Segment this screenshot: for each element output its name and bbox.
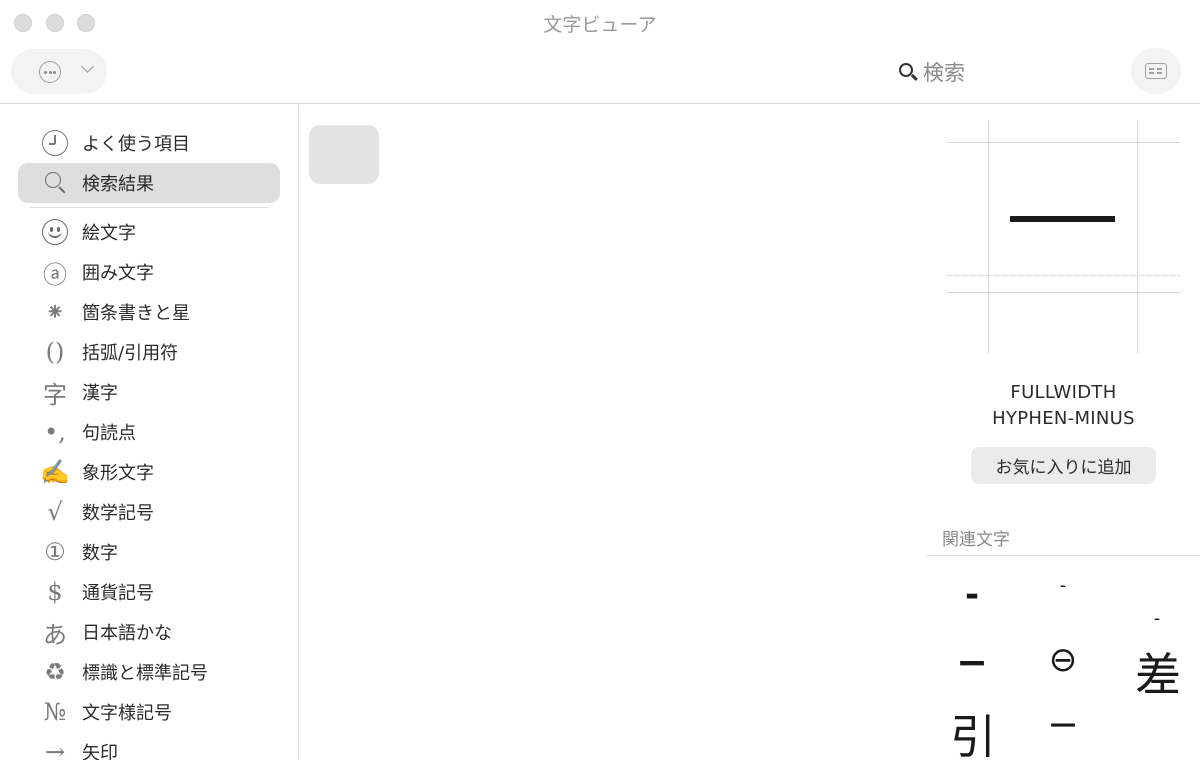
related-character[interactable]: 引 (947, 701, 999, 760)
sidebar-item-label: 漢字 (82, 383, 118, 404)
action-menu-button[interactable] (11, 49, 107, 94)
related-character[interactable]: − (953, 640, 991, 684)
sidebar-item-label: 文字様記号 (82, 703, 172, 724)
sidebar-item-math[interactable]: √ 数学記号 (18, 492, 280, 532)
related-character[interactable]: - (1053, 575, 1073, 596)
dollar-icon: $ (47, 578, 63, 606)
glyph-guide-line (947, 292, 1180, 293)
kanji-icon: 字 (43, 380, 67, 409)
search-placeholder: 検索 (923, 61, 965, 85)
sidebar-item-label: 数学記号 (82, 503, 154, 524)
search-icon (40, 168, 70, 198)
related-character[interactable]: 差 (1132, 639, 1184, 705)
character-name: FULLWIDTH HYPHEN-MINUS (927, 380, 1200, 432)
chevron-down-icon (81, 60, 94, 73)
sidebar-item-enclosed[interactable]: ⓐ 囲み文字 (18, 252, 280, 292)
hiragana-a-icon: あ (43, 620, 67, 649)
parentheses-icon: () (45, 338, 65, 366)
sidebar-item-label: 標識と標準記号 (82, 663, 208, 684)
square-root-icon: √ (47, 498, 63, 526)
sidebar-item-favorites[interactable]: よく使う項目 (18, 123, 280, 163)
circled-one-icon: ① (44, 538, 66, 566)
related-divider (927, 555, 1200, 556)
sidebar-item-emoji[interactable]: 絵文字 (18, 212, 280, 252)
sidebar-item-label: 日本語かな (82, 623, 172, 644)
related-character[interactable]: - (957, 575, 987, 615)
more-options-icon (39, 61, 61, 83)
clock-icon (40, 128, 70, 158)
smiley-icon (40, 217, 70, 247)
numero-icon: № (43, 698, 67, 726)
window-title: 文字ビューア (543, 14, 657, 36)
sidebar-item-digits[interactable]: ① 数字 (18, 532, 280, 572)
asterisk-icon: ⁕ (44, 298, 66, 326)
character-grid (300, 105, 926, 760)
arrow-icon: → (44, 738, 66, 760)
punctuation-icon: •, (44, 418, 66, 446)
sidebar-item-label: よく使う項目 (82, 134, 190, 155)
sidebar-item-label: 通貨記号 (82, 583, 154, 604)
sidebar-item-label: 箇条書きと星 (82, 303, 190, 324)
sidebar-item-search-results[interactable]: 検索結果 (18, 163, 280, 203)
pictograph-icon: ✍ (40, 458, 70, 486)
character-viewer-window: 文字ビューア 検索 よく使う項目 検索結果 絵文字 ⓐ 囲み文字 ⁕ 箇条書きと… (0, 0, 1200, 760)
related-character[interactable]: − (1043, 702, 1083, 746)
sidebar-item-kanji[interactable]: 字 漢字 (18, 372, 280, 412)
character-inspector: FULLWIDTH HYPHEN-MINUS お気に入りに追加 関連文字 - -… (927, 105, 1200, 760)
related-character[interactable]: ⊖ (1043, 640, 1083, 680)
character-name-line: HYPHEN-MINUS (992, 408, 1135, 429)
sidebar-item-pictographs[interactable]: ✍ 象形文字 (18, 452, 280, 492)
category-sidebar: よく使う項目 検索結果 絵文字 ⓐ 囲み文字 ⁕ 箇条書きと星 () 括弧/引用… (0, 105, 299, 760)
sidebar-item-label: 囲み文字 (82, 263, 154, 284)
sidebar-item-punctuation[interactable]: •, 句読点 (18, 412, 280, 452)
sidebar-divider (30, 207, 268, 208)
glyph-guide-line (947, 142, 1180, 143)
selected-character-cell[interactable] (309, 125, 379, 184)
glyph-preview (947, 120, 1180, 353)
sidebar-item-arrows[interactable]: → 矢印 (18, 732, 280, 760)
search-icon (898, 61, 918, 83)
sidebar-item-label: 矢印 (82, 743, 118, 760)
sidebar-item-label: 象形文字 (82, 463, 154, 484)
sidebar-item-kana[interactable]: あ 日本語かな (18, 612, 280, 652)
sidebar-item-label: 数字 (82, 543, 118, 564)
character-name-line: FULLWIDTH (1010, 382, 1117, 403)
related-character[interactable]: - (1147, 608, 1167, 629)
keyboard-viewer-button[interactable] (1131, 48, 1181, 94)
sidebar-item-signs[interactable]: ♻ 標識と標準記号 (18, 652, 280, 692)
recycle-icon: ♻ (44, 658, 66, 686)
sidebar-item-label: 括弧/引用符 (82, 343, 179, 364)
keyboard-icon (1145, 63, 1167, 79)
sidebar-item-letterlike[interactable]: № 文字様記号 (18, 692, 280, 732)
glyph-hyphen (1010, 216, 1115, 222)
sidebar-item-currency[interactable]: $ 通貨記号 (18, 572, 280, 612)
sidebar-item-label: 絵文字 (82, 223, 136, 244)
glyph-baseline (947, 275, 1180, 276)
glyph-guide-line (1137, 120, 1138, 353)
title-bar: 文字ビューア 検索 (0, 0, 1200, 104)
search-field[interactable]: 検索 (898, 57, 965, 87)
circled-a-icon: ⓐ (43, 260, 67, 289)
sidebar-item-brackets[interactable]: () 括弧/引用符 (18, 332, 280, 372)
glyph-guide-line (988, 120, 989, 353)
related-characters-label: 関連文字 (942, 530, 1010, 550)
add-to-favorites-button[interactable]: お気に入りに追加 (971, 447, 1156, 484)
sidebar-item-label: 句読点 (82, 423, 136, 444)
sidebar-item-label: 検索結果 (82, 174, 154, 195)
sidebar-item-bullets-stars[interactable]: ⁕ 箇条書きと星 (18, 292, 280, 332)
